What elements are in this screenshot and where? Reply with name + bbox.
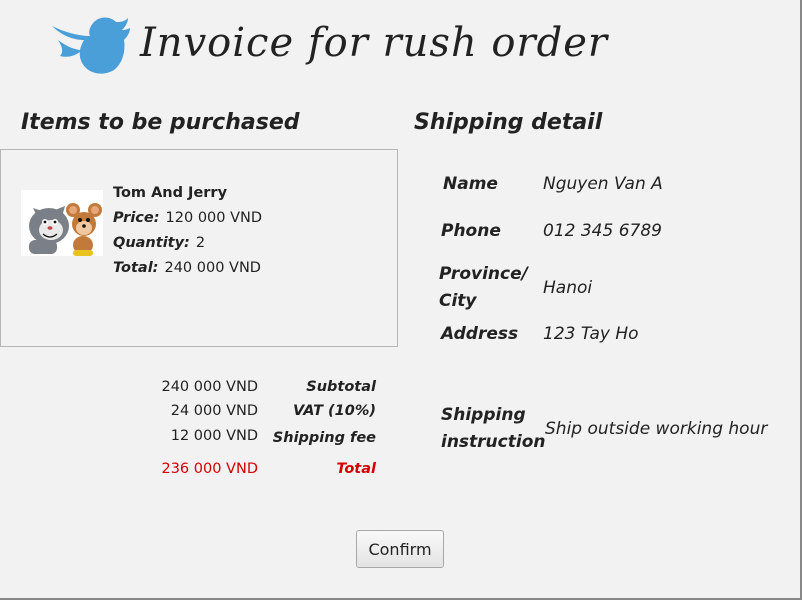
province-label: Province/ City bbox=[439, 261, 528, 315]
province-label-line-1: Province/ bbox=[439, 264, 528, 284]
name-value: Nguyen Van A bbox=[543, 174, 663, 194]
instruction-label-line-2: instruction bbox=[441, 432, 546, 452]
item-name: Tom And Jerry bbox=[113, 185, 228, 201]
confirm-button[interactable]: Confirm bbox=[356, 530, 444, 568]
shipping-section-title: Shipping detail bbox=[414, 110, 603, 135]
quantity-label: Quantity: bbox=[113, 235, 190, 251]
item-card: Tom And Jerry Price: 120 000 VND Quantity… bbox=[0, 149, 398, 347]
address-label: Address bbox=[441, 324, 519, 344]
page-title: Invoice for rush order bbox=[140, 20, 609, 66]
address-value: 123 Tay Ho bbox=[543, 324, 639, 344]
twitter-bird-icon bbox=[48, 6, 130, 78]
total-label: Total: bbox=[113, 260, 159, 276]
item-quantity: 2 bbox=[195, 235, 206, 251]
instruction-label-line-1: Shipping bbox=[441, 405, 526, 425]
shipping-fee-value: 12 000 VND bbox=[170, 428, 258, 444]
shipping-instruction-value: Ship outside working hour bbox=[545, 419, 768, 439]
item-details: Tom And Jerry Price: 120 000 VND Quantity… bbox=[113, 181, 262, 281]
shipping-instruction-label: Shipping instruction bbox=[441, 402, 545, 456]
subtotal-value: 240 000 VND bbox=[161, 379, 258, 395]
phone-value: 012 345 6789 bbox=[543, 221, 662, 241]
price-label: Price: bbox=[113, 210, 160, 226]
province-value: Hanoi bbox=[543, 278, 593, 298]
vat-value: 24 000 VND bbox=[170, 403, 258, 419]
item-total: 240 000 VND bbox=[164, 260, 261, 276]
shipping-fee-label: Shipping fee bbox=[272, 430, 376, 446]
vat-label: VAT (10%) bbox=[293, 403, 376, 419]
grand-total-label: Total bbox=[336, 461, 376, 477]
grand-total-value: 236 000 VND bbox=[161, 461, 258, 477]
name-label: Name bbox=[443, 174, 498, 194]
items-section-title: Items to be purchased bbox=[21, 110, 300, 135]
phone-label: Phone bbox=[441, 221, 501, 241]
tom-and-jerry-image bbox=[21, 190, 103, 256]
province-label-line-2: City bbox=[439, 291, 477, 311]
item-price: 120 000 VND bbox=[165, 210, 263, 226]
subtotal-label: Subtotal bbox=[306, 379, 376, 395]
